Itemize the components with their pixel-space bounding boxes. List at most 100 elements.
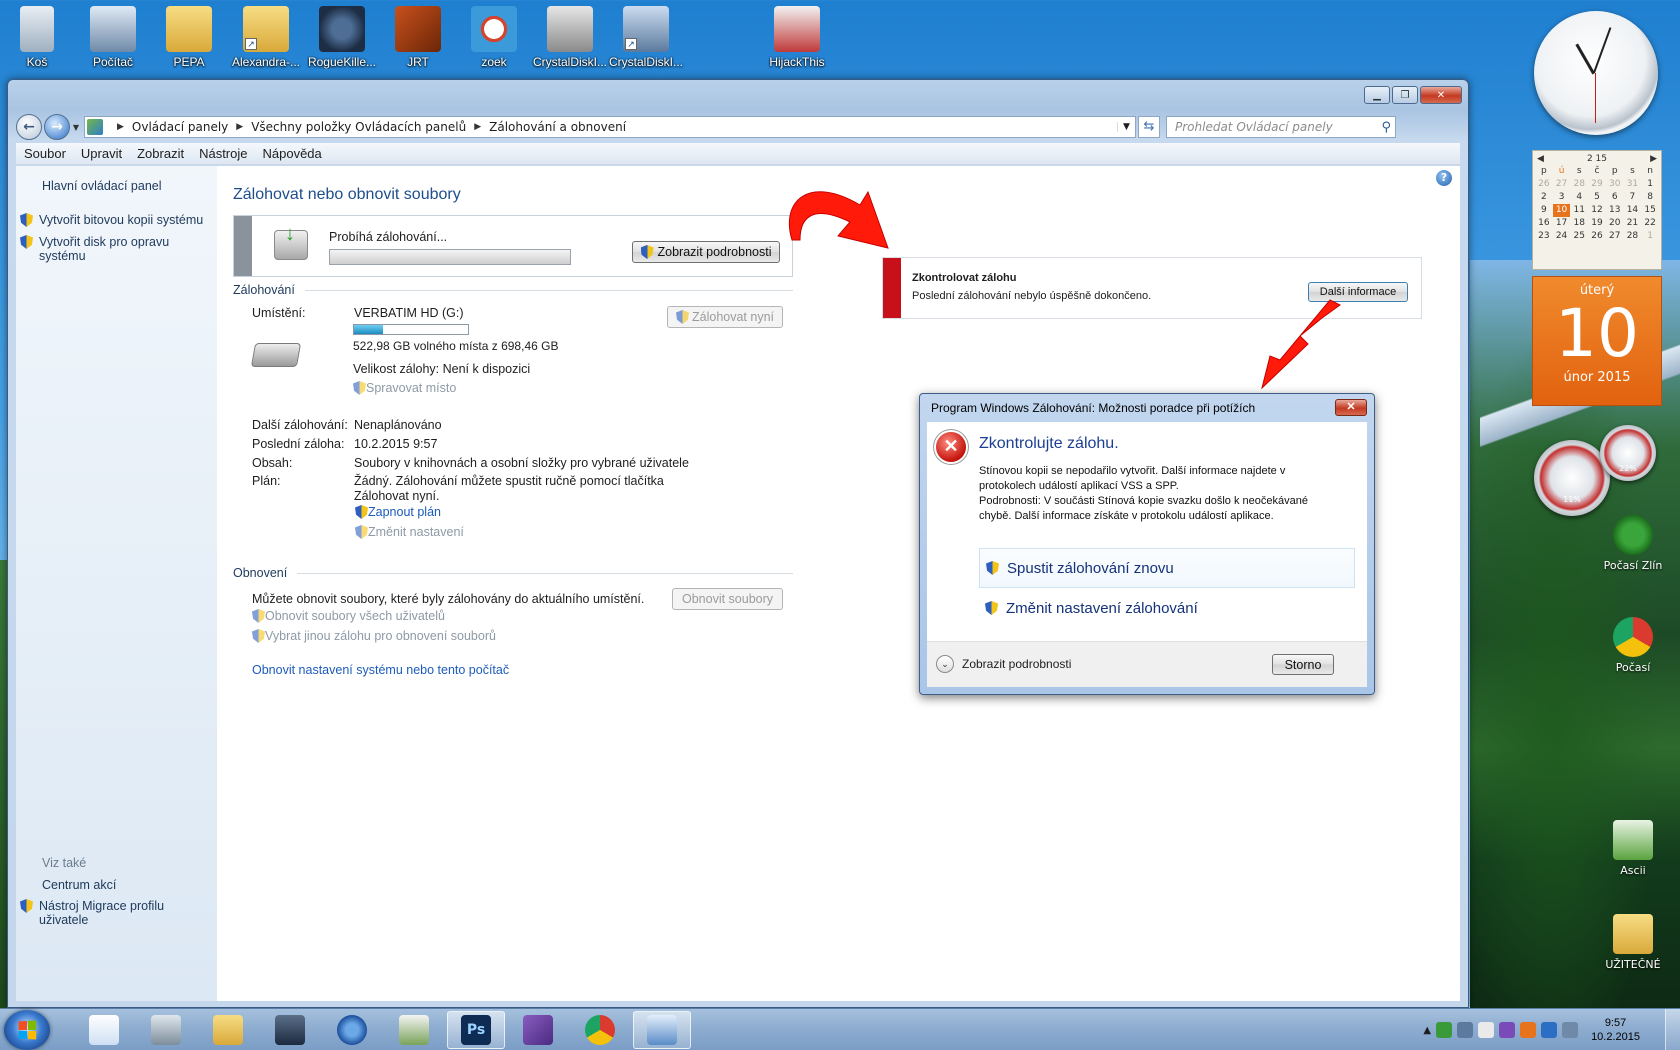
calendar-day[interactable]: 6 — [1606, 191, 1624, 204]
calendar-day[interactable]: 26 — [1535, 178, 1553, 191]
desktop-icon-crystaldiskinfo-shortcut[interactable]: ↗ CrystalDiskI... — [607, 6, 685, 69]
calendar-day[interactable]: 19 — [1588, 217, 1606, 230]
maximize-button[interactable]: ❐ — [1392, 86, 1418, 104]
menu-file[interactable]: Soubor — [24, 146, 66, 161]
calendar-day[interactable]: 20 — [1606, 217, 1624, 230]
desktop-icon-roguekiller[interactable]: RogueKille... — [303, 6, 381, 69]
turn-on-schedule-link[interactable]: Zapnout plán — [355, 505, 441, 519]
breadcrumb-separator-icon[interactable]: ▶ — [474, 122, 481, 132]
forward-button[interactable]: → — [44, 114, 70, 140]
breadcrumb-separator-icon[interactable]: ▶ — [236, 122, 243, 132]
show-details-button[interactable]: Zobrazit podrobnosti — [632, 241, 780, 263]
calendar-day[interactable]: 16 — [1535, 217, 1553, 230]
taskbar-item-teamviewer[interactable] — [75, 1011, 133, 1049]
calendar-day[interactable]: 5 — [1588, 191, 1606, 204]
link-create-repair-disc[interactable]: Vytvořit disk pro opravu systému — [20, 235, 192, 263]
calendar-day[interactable]: 27 — [1553, 178, 1571, 191]
search-input[interactable]: Prohledat Ovládací panely ⚲ — [1166, 116, 1396, 138]
volume-icon[interactable] — [1478, 1022, 1495, 1038]
link-migration-tool[interactable]: Nástroj Migrace profilu uživatele — [20, 899, 192, 927]
minimize-button[interactable]: ▁ — [1364, 86, 1390, 104]
calendar-day[interactable]: 25 — [1570, 230, 1588, 243]
cpu-gauge[interactable]: 11% — [1534, 440, 1610, 516]
screen-icon[interactable] — [1562, 1022, 1579, 1038]
calendar-day[interactable]: 14 — [1624, 204, 1642, 217]
restore-files-button[interactable]: Obnovit soubory — [672, 588, 783, 610]
calendar-day[interactable]: 30 — [1606, 178, 1624, 191]
calendar-day[interactable]: 17 — [1553, 217, 1571, 230]
calendar-day[interactable]: 29 — [1588, 178, 1606, 191]
calendar-day[interactable]: 23 — [1535, 230, 1553, 243]
desktop-icon-alexandra[interactable]: ↗ Alexandra-... — [227, 6, 305, 69]
desktop-icon-weather[interactable]: Počasí — [1588, 617, 1678, 674]
menu-help[interactable]: Nápověda — [263, 146, 322, 161]
power-icon[interactable] — [1457, 1022, 1474, 1038]
troubleshooting-dialog[interactable]: Program Windows Zálohování: Možnosti por… — [919, 393, 1375, 695]
recent-pages-dropdown[interactable]: ▼ — [70, 123, 82, 132]
taskbar-item-photoshop[interactable]: Ps — [447, 1011, 505, 1049]
calendar-day[interactable]: 28 — [1570, 178, 1588, 191]
calendar-day[interactable]: 27 — [1606, 230, 1624, 243]
calendar-day[interactable]: 2 — [1535, 191, 1553, 204]
calendar-day[interactable]: 11 — [1570, 204, 1588, 217]
desktop-icon-uzitecne[interactable]: UŽITEČNÉ — [1588, 914, 1678, 971]
menu-tools[interactable]: Nástroje — [199, 146, 247, 161]
calendar-day[interactable]: 21 — [1624, 217, 1642, 230]
breadcrumb-separator-icon[interactable]: ▶ — [117, 122, 124, 132]
calendar-gadget[interactable]: ◀ 2 15 ▶ p ú s č p s n 26 27 28 29 30 31 1 2 3 4 5 6 7 8 9 10 1… — [1532, 150, 1662, 270]
taskbar-item-app[interactable] — [261, 1011, 319, 1049]
desktop-icon-ascii[interactable]: Ascii — [1588, 820, 1678, 877]
change-settings-link[interactable]: Změnit nastavení — [355, 525, 464, 539]
menu-edit[interactable]: Upravit — [81, 146, 122, 161]
desktop-icon-zoek[interactable]: zoek — [455, 6, 533, 69]
start-button[interactable] — [4, 1010, 50, 1050]
show-details-toggle[interactable]: ⌄ Zobrazit podrobnosti — [936, 655, 1071, 673]
breadcrumb-control-panel[interactable]: Ovládací panely — [132, 120, 228, 134]
desktop-icon-hijackthis[interactable]: HijackThis — [758, 6, 836, 69]
calendar-day[interactable]: 13 — [1606, 204, 1624, 217]
taskbar-item-control-panel[interactable] — [633, 1011, 691, 1049]
address-dropdown-icon[interactable]: ▼ — [1117, 122, 1135, 132]
run-backup-again-command[interactable]: Spustit zálohování znovu — [979, 548, 1355, 588]
desktop-icon-pepa[interactable]: PEPA — [150, 6, 228, 69]
calendar-day[interactable]: 4 — [1570, 191, 1588, 204]
calendar-day[interactable]: 22 — [1641, 217, 1659, 230]
show-hidden-icons[interactable]: ▲ — [1423, 1025, 1431, 1036]
refresh-button[interactable]: ⇆ — [1138, 116, 1160, 138]
taskbar-item-explorer[interactable] — [199, 1011, 257, 1049]
recover-system-link[interactable]: Obnovit nastavení systému nebo tento poč… — [252, 663, 509, 677]
show-desktop-button[interactable] — [1665, 1009, 1680, 1050]
calendar-day[interactable]: 15 — [1641, 204, 1659, 217]
calendar-next-icon[interactable]: ▶ — [1650, 154, 1657, 164]
taskbar-item-google-earth[interactable] — [323, 1011, 381, 1049]
calendar-day[interactable]: 24 — [1553, 230, 1571, 243]
calendar-day[interactable]: 8 — [1641, 191, 1659, 204]
back-button[interactable]: ← — [16, 114, 42, 140]
calendar-day[interactable]: 31 — [1624, 178, 1642, 191]
more-info-button[interactable]: Další informace — [1308, 282, 1408, 302]
dropbox-icon[interactable] — [1541, 1022, 1558, 1038]
taskbar-item-visual-studio[interactable] — [509, 1011, 567, 1049]
cancel-button[interactable]: Storno — [1272, 654, 1334, 675]
link-create-system-image[interactable]: Vytvořit bitovou kopii systému — [20, 213, 212, 227]
calendar-day[interactable]: 3 — [1553, 191, 1571, 204]
taskbar-item-recycle[interactable] — [137, 1011, 195, 1049]
calendar-day[interactable]: 12 — [1588, 204, 1606, 217]
avast-icon[interactable] — [1520, 1022, 1537, 1038]
calendar-day[interactable]: 26 — [1588, 230, 1606, 243]
taskbar-item-image-viewer[interactable] — [385, 1011, 443, 1049]
backup-now-button[interactable]: Zálohovat nyní — [667, 306, 783, 328]
network-icon[interactable] — [1436, 1022, 1453, 1038]
calendar-day[interactable]: 10 — [1552, 204, 1571, 217]
calendar-day[interactable]: 1 — [1641, 178, 1659, 191]
taskbar-item-chrome[interactable] — [571, 1011, 629, 1049]
desktop-icon-jrt[interactable]: JRT — [379, 6, 457, 69]
calendar-prev-icon[interactable]: ◀ — [1537, 154, 1544, 164]
memory-gauge[interactable]: 22% — [1600, 425, 1656, 481]
change-backup-settings-command[interactable]: Změnit nastavení zálohování — [979, 588, 1355, 628]
link-control-panel-home[interactable]: Hlavní ovládací panel — [42, 179, 162, 193]
calendar-day[interactable]: 9 — [1535, 204, 1553, 217]
breadcrumb-backup-restore[interactable]: Zálohování a obnovení — [489, 120, 626, 134]
desktop-icon-computer[interactable]: Počítač — [74, 6, 152, 69]
taskbar-clock[interactable]: 9:57 10.2.2015 — [1591, 1016, 1640, 1044]
